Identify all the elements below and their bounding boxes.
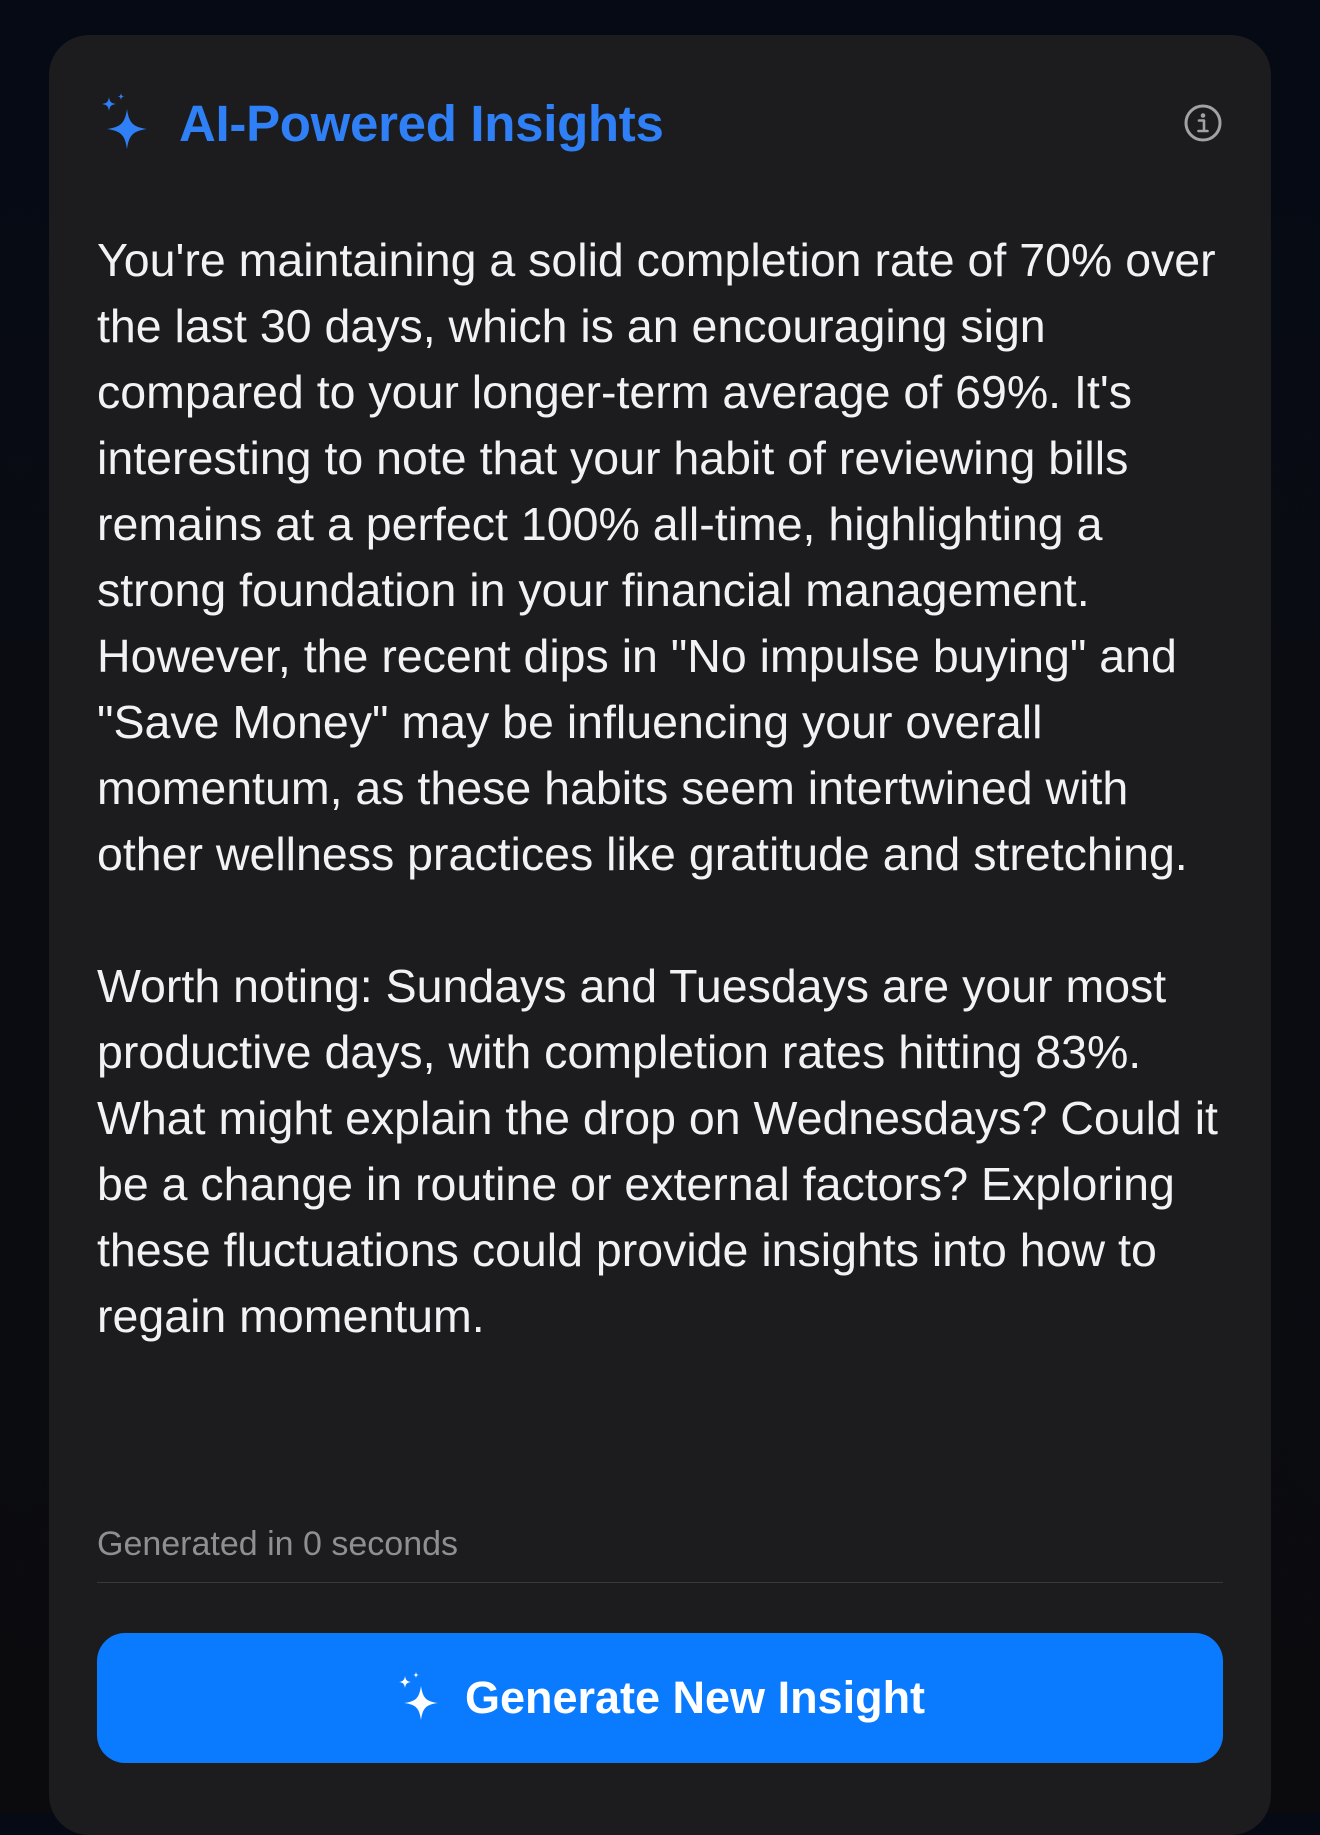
generated-time-label: Generated in 0 seconds bbox=[97, 1525, 459, 1563]
info-circle-icon[interactable] bbox=[1183, 103, 1223, 143]
insight-paragraph: Worth noting: Sundays and Tuesdays are y… bbox=[97, 960, 1218, 1342]
card-title: AI-Powered Insights bbox=[179, 94, 664, 152]
insight-body: You're maintaining a solid completion ra… bbox=[97, 227, 1231, 1349]
insights-card: AI-Powered Insights You're maintaining a… bbox=[49, 35, 1271, 1835]
sparkles-icon bbox=[398, 1672, 438, 1720]
generate-new-insight-button[interactable]: Generate New Insight bbox=[97, 1633, 1223, 1763]
generate-button-label: Generate New Insight bbox=[464, 1672, 926, 1723]
card-header: AI-Powered Insights bbox=[97, 83, 1223, 163]
insight-paragraph: You're maintaining a solid completion ra… bbox=[97, 234, 1216, 880]
sparkles-icon bbox=[102, 93, 147, 149]
divider bbox=[97, 1582, 1223, 1583]
